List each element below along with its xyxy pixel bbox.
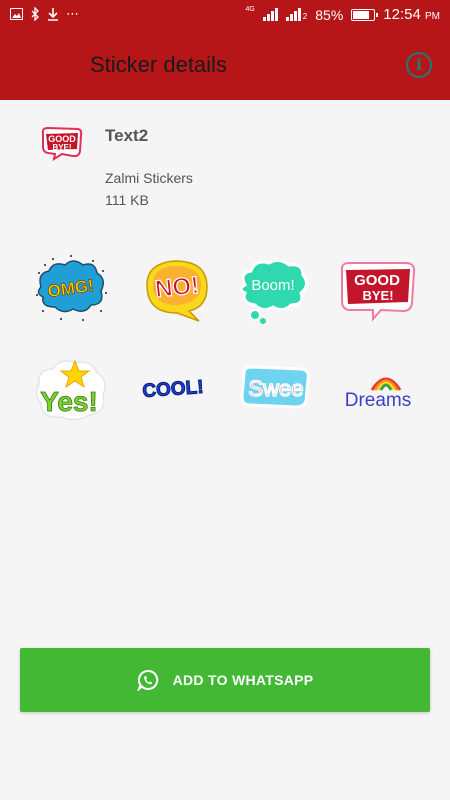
sticker-good-text: GOOD (354, 272, 400, 289)
sticker-cool[interactable]: COOL! (133, 355, 213, 425)
clock-time: 12:54 (383, 6, 421, 23)
status-left-icons: ⋯ (10, 6, 80, 22)
tray-sticker-icon: GOOD BYE! (41, 126, 83, 161)
sim2-label: 2 (302, 12, 308, 21)
bluetooth-icon (31, 7, 39, 21)
sticker-omg[interactable]: OMG! (31, 253, 111, 323)
battery-fill (353, 10, 370, 19)
whatsapp-icon (136, 669, 158, 691)
add-to-whatsapp-button[interactable]: ADD TO WHATSAPP (20, 648, 430, 712)
pack-size: 111 KB (105, 192, 149, 208)
image-notification-icon (10, 8, 23, 20)
sticker-no[interactable]: NO! (137, 255, 217, 325)
page-title: Sticker details (90, 52, 227, 77)
clock-suffix: PM (425, 11, 440, 22)
status-right: 4G 2 85% 12:54 PM (245, 6, 440, 23)
signal-2-icon: 2 (285, 8, 308, 21)
sticker-yes[interactable]: Yes! (31, 355, 111, 425)
sticker-good-bye[interactable]: GOOD BYE! (337, 257, 417, 327)
sticker-swee-text: Swee (248, 376, 303, 401)
pack-publisher: Zalmi Stickers (105, 170, 193, 186)
download-icon (48, 8, 58, 21)
signal-1-icon (262, 8, 278, 21)
clock: 12:54 PM (383, 6, 440, 23)
tray-sticker-text-2: BYE! (52, 143, 71, 152)
sticker-bye-text: BYE! (362, 288, 393, 303)
sticker-dreams-text: Dreams (345, 390, 412, 411)
add-to-whatsapp-label: ADD TO WHATSAPP (172, 672, 314, 688)
sticker-boom-text: Boom! (251, 277, 294, 294)
status-bar: ⋯ 4G 2 85% 12:54 PM (0, 0, 450, 30)
sticker-yes-text: Yes! (40, 386, 98, 417)
info-icon[interactable]: i (406, 52, 432, 78)
sticker-no-text: NO! (154, 272, 201, 303)
sticker-dreams[interactable]: Dreams (338, 362, 418, 432)
app-bar: Sticker details i (0, 30, 450, 100)
sticker-cool-text: COOL! (142, 377, 205, 402)
main-content: GOOD BYE! Text2 Zalmi Stickers 111 KB OM… (0, 100, 450, 800)
battery-icon (351, 8, 379, 21)
sticker-swee[interactable]: Swee (234, 355, 314, 425)
network-type-label: 4G (245, 6, 255, 13)
pack-name: Text2 (105, 126, 149, 145)
more-notifications-icon: ⋯ (66, 6, 80, 21)
battery-percent: 85% (315, 6, 344, 23)
sticker-boom[interactable]: Boom! (233, 255, 313, 325)
